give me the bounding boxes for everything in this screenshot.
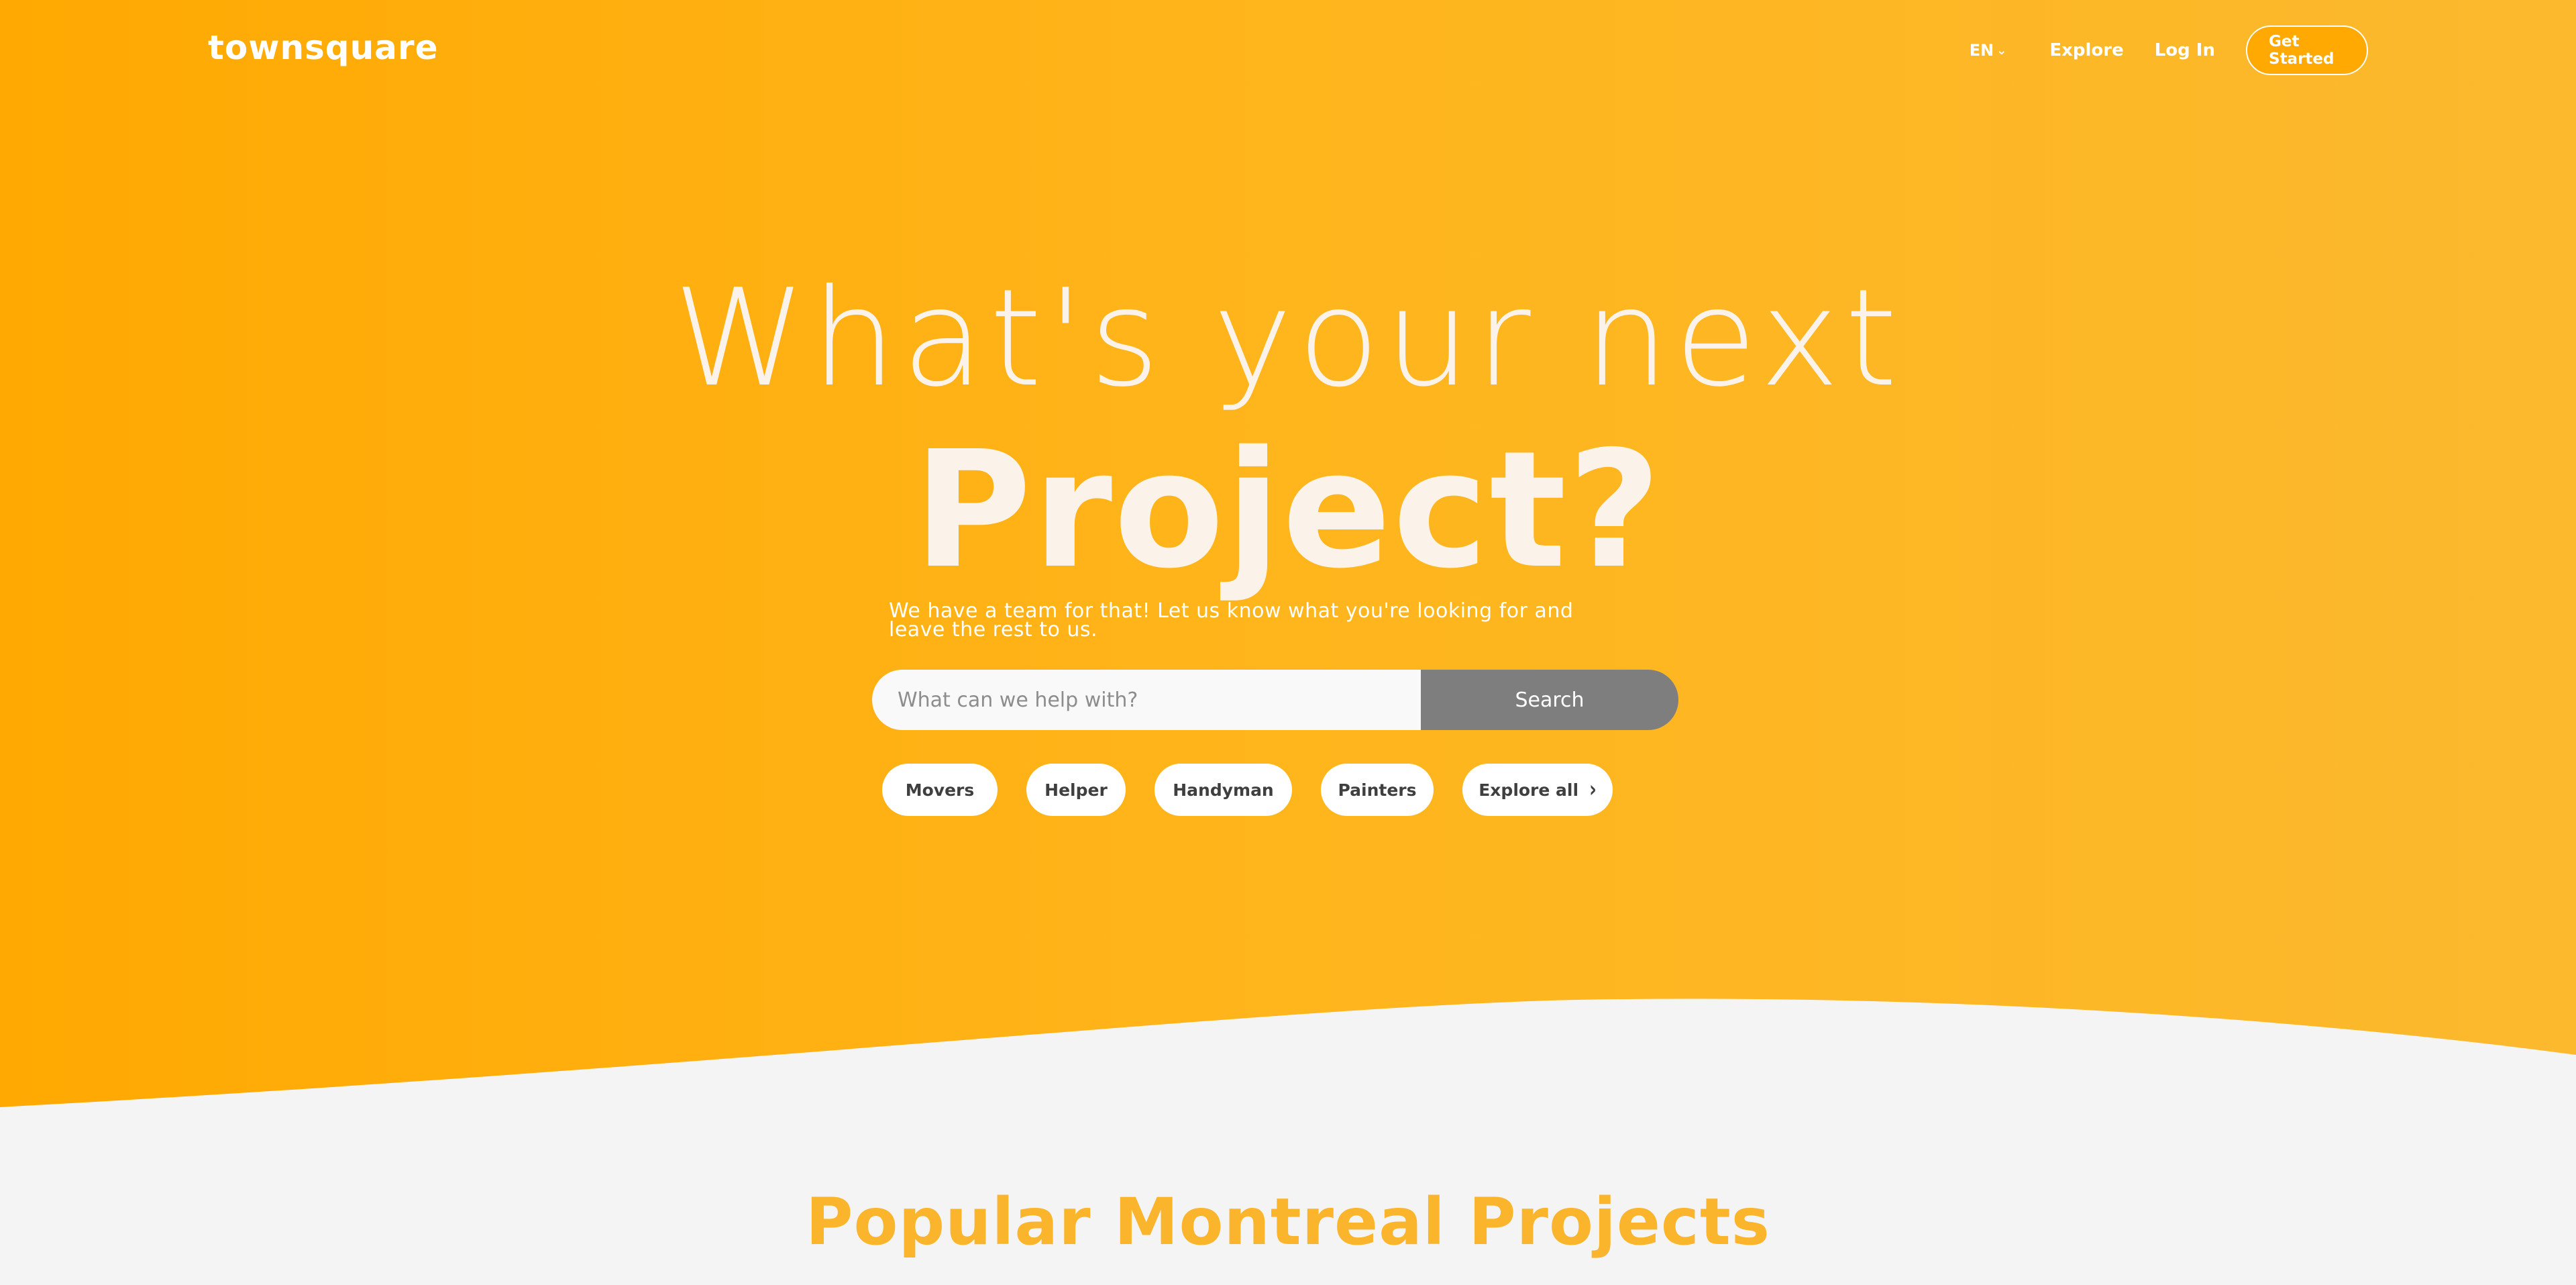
landing-page: townsquare EN ⌄ Explore Log In Get Start… [0,0,2576,1285]
category-chips: Movers Helper Handyman Painters Explore … [882,764,1642,816]
language-label: EN [1969,41,1994,60]
chip-explore-all-label: Explore all [1479,780,1579,800]
chip-helper[interactable]: Helper [1026,764,1126,816]
search-button[interactable]: Search [1421,670,1678,730]
chevron-down-icon: ⌄ [1996,43,2007,58]
hero-headline-emphasis: Project? [913,416,1663,604]
nav-login-link[interactable]: Log In [2155,40,2215,60]
popular-projects-heading: Popular Montreal Projects [806,1184,1770,1260]
top-nav: EN ⌄ Explore Log In Get Started [1970,25,2368,75]
hero-headline: What's your next [673,260,1903,417]
townsquare-logo[interactable]: townsquare [208,28,439,67]
search-input[interactable] [872,670,1421,730]
nav-explore-link[interactable]: Explore [2049,40,2123,60]
chip-explore-all[interactable]: Explore all › [1462,764,1613,816]
language-selector[interactable]: EN ⌄ [1970,41,2007,60]
hero-wave-divider [0,998,2576,1127]
search-bar: Search [872,670,1678,730]
chip-handyman[interactable]: Handyman [1155,764,1292,816]
chevron-right-icon: › [1589,776,1597,803]
hero-section: townsquare EN ⌄ Explore Log In Get Start… [0,0,2576,1107]
chip-movers[interactable]: Movers [882,764,998,816]
hero-subtext: We have a team for that! Let us know wha… [889,599,1574,641]
get-started-button[interactable]: Get Started [2246,25,2368,75]
chip-painters[interactable]: Painters [1321,764,1434,816]
